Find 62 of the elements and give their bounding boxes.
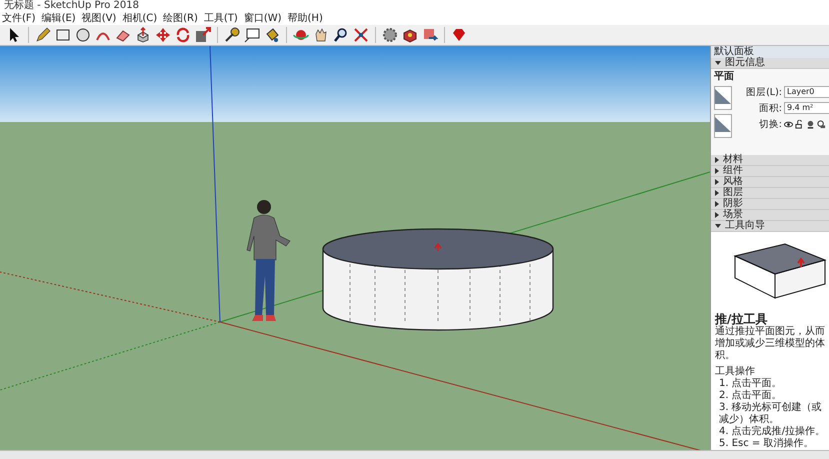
toggle-label: 切换:	[758, 118, 782, 131]
section-title: 图层	[723, 188, 743, 198]
operation-step: 1. 点击平面。	[715, 378, 826, 390]
share-model-icon[interactable]	[422, 26, 438, 43]
section-title: 工具向导	[725, 220, 765, 231]
section-header[interactable]: 组件	[711, 166, 829, 177]
section-title: 风格	[723, 176, 743, 187]
menu-item[interactable]: 窗口(W)	[244, 12, 282, 25]
front-face-swatch-icon[interactable]	[714, 86, 732, 110]
back-face-swatch-icon[interactable]	[714, 114, 732, 138]
tool-description: 通过推拉平面图元，从而增加或减少三维模型的体积。	[715, 326, 826, 362]
tape-measure-icon[interactable]	[224, 26, 240, 43]
ruby-gem-icon[interactable]	[451, 26, 467, 43]
section-title: 组件	[723, 166, 743, 176]
padlock-icon[interactable]	[795, 120, 804, 129]
zoom-icon[interactable]	[333, 26, 349, 43]
menu-item[interactable]: 视图(V)	[82, 12, 116, 25]
operation-step: 4. 点击完成推/拉操作。	[715, 426, 826, 438]
pencil-icon[interactable]	[35, 26, 51, 43]
text-label-icon[interactable]	[244, 26, 260, 43]
entity-type: 平面	[714, 70, 735, 83]
push-pull-icon[interactable]	[135, 26, 151, 43]
eye-icon[interactable]	[784, 120, 793, 129]
section-title: 场景	[723, 210, 743, 220]
layer-label: 图层(L):	[745, 86, 782, 99]
menu-item[interactable]: 绘图(R)	[163, 12, 198, 25]
tray-title: 默认面板	[711, 46, 829, 58]
zoom-extents-icon[interactable]	[353, 26, 369, 43]
section-header[interactable]: 材料	[711, 154, 829, 166]
operation-step: 3. 移动光标可创建（或减少）体积。	[715, 402, 826, 426]
3d-viewport[interactable]	[0, 46, 710, 453]
circle-icon[interactable]	[75, 26, 91, 43]
section-header[interactable]: 场景	[711, 210, 829, 221]
operation-step: 5. Esc = 取消操作。	[715, 438, 826, 450]
layer-dropdown[interactable]: Layer0	[784, 86, 829, 98]
menu-item[interactable]: 相机(C)	[122, 12, 158, 25]
area-label: 面积:	[758, 102, 782, 115]
tool-title: 推/拉工具	[715, 312, 768, 326]
section-header[interactable]: 图元信息	[711, 58, 829, 69]
area-field[interactable]: 9.4 m²	[784, 102, 829, 114]
menu-item[interactable]: 帮助(H)	[288, 12, 323, 25]
circular-arrows-icon[interactable]	[175, 26, 191, 43]
components-icon[interactable]	[402, 26, 418, 43]
window-title: 无标题 - SketchUp Pro 2018	[4, 0, 139, 11]
scale-box-icon[interactable]	[195, 26, 211, 43]
shadow-cast-icon[interactable]	[806, 120, 815, 129]
menu-item[interactable]: 文件(F)	[2, 12, 36, 25]
section-header[interactable]: 风格	[711, 176, 829, 188]
shadow-receive-icon[interactable]	[817, 120, 826, 129]
operation-step: 2. 点击平面。	[715, 390, 826, 402]
rectangle-icon[interactable]	[55, 26, 71, 43]
cross-arrows-icon[interactable]	[155, 26, 171, 43]
section-header[interactable]: 图层	[711, 188, 829, 199]
section-header[interactable]: 工具向导	[711, 220, 829, 232]
section-header[interactable]: 阴影	[711, 198, 829, 210]
section-title: 图元信息	[725, 58, 765, 68]
section-title: 材料	[723, 154, 743, 165]
section-title: 阴影	[723, 198, 743, 209]
paint-bucket-icon[interactable]	[264, 26, 280, 43]
menu-item[interactable]: 工具(T)	[204, 12, 238, 25]
menu-item[interactable]: 编辑(E)	[42, 12, 76, 25]
operations-heading: 工具操作	[715, 366, 756, 378]
